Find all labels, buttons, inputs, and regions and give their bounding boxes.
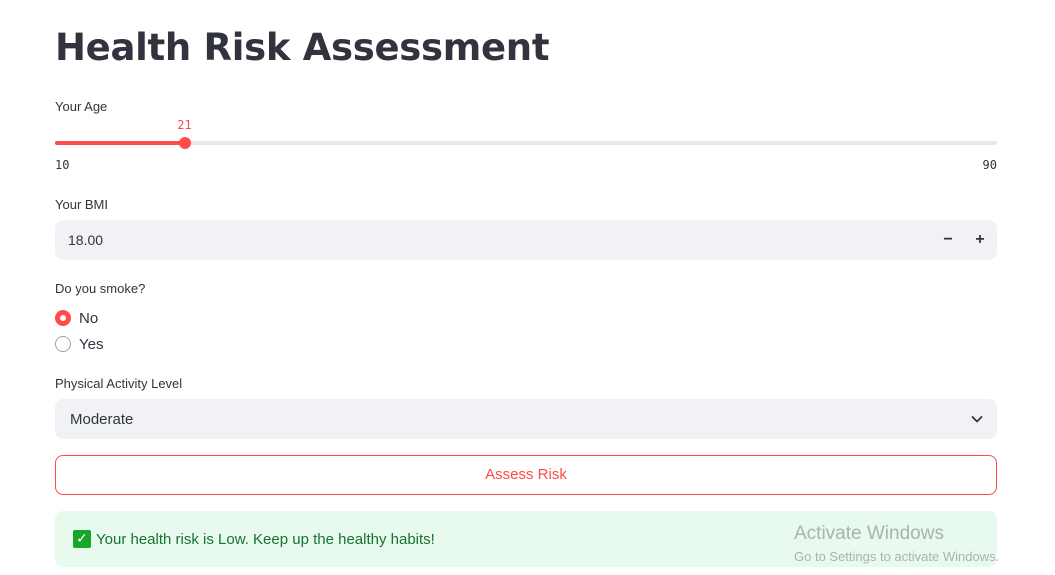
smoke-label: Do you smoke? — [55, 281, 146, 296]
bmi-decrement-button[interactable]: − — [934, 226, 962, 254]
page-title: Health Risk Assessment — [55, 26, 550, 69]
age-slider-fill — [55, 141, 185, 145]
age-slider-value: 21 — [177, 118, 192, 132]
age-slider-track[interactable] — [55, 137, 997, 149]
age-slider-min: 10 — [55, 158, 70, 172]
radio-unselected-icon[interactable] — [55, 336, 71, 352]
bmi-value[interactable]: 18.00 — [68, 232, 103, 248]
age-slider-max: 90 — [982, 158, 997, 172]
activity-label: Physical Activity Level — [55, 376, 183, 391]
age-slider-thumb[interactable] — [178, 137, 191, 149]
watermark-subtitle: Go to Settings to activate Windows. — [794, 549, 1000, 564]
radio-selected-icon[interactable] — [55, 310, 71, 326]
smoke-option-yes-label: Yes — [79, 335, 104, 353]
bmi-number-input[interactable]: 18.00 − + — [55, 220, 997, 260]
smoke-option-no-label: No — [79, 309, 99, 327]
smoke-option-yes[interactable]: Yes — [55, 334, 103, 354]
bmi-increment-button[interactable]: + — [966, 226, 994, 254]
chevron-down-icon[interactable] — [969, 411, 985, 427]
bmi-label: Your BMI — [55, 197, 108, 212]
activity-selected-value: Moderate — [70, 411, 134, 428]
age-label: Your Age — [55, 99, 108, 114]
assess-risk-button[interactable]: Assess Risk — [55, 455, 997, 495]
smoke-option-no[interactable]: No — [55, 308, 98, 328]
watermark-title: Activate Windows — [794, 523, 944, 544]
check-mark-icon: ✓ — [73, 530, 91, 548]
result-message: Your health risk is Low. Keep up the hea… — [96, 531, 435, 548]
activity-select[interactable]: Moderate — [55, 399, 997, 439]
